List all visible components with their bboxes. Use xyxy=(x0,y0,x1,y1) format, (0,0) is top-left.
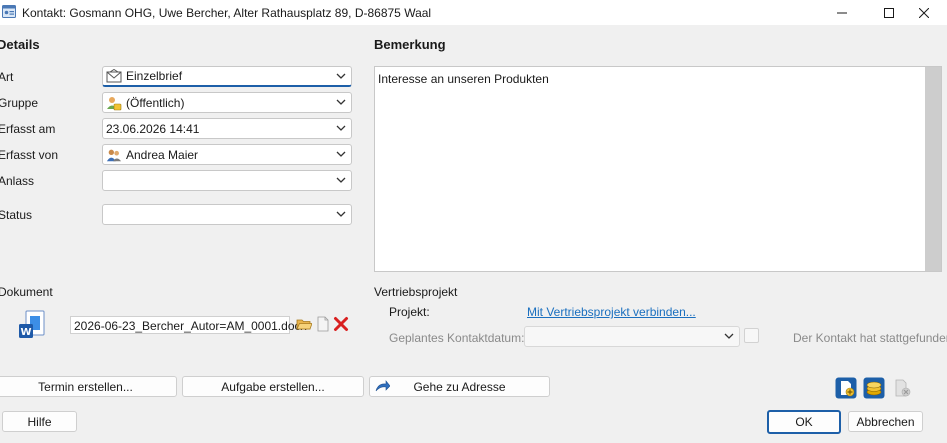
erfasst-am-value: 23.06.2026 14:41 xyxy=(106,121,200,136)
anlass-select[interactable] xyxy=(102,170,352,191)
arrow-return-icon xyxy=(375,380,390,392)
window-title: Kontakt: Gosmann OHG, Uwe Bercher, Alter… xyxy=(22,6,432,20)
gruppe-value: (Öffentlich) xyxy=(126,95,185,110)
group-icon xyxy=(106,95,122,111)
open-folder-icon[interactable] xyxy=(296,316,312,332)
word-document-icon: W xyxy=(19,310,45,338)
chevron-down-icon xyxy=(336,99,346,105)
delete-document-icon[interactable] xyxy=(891,377,913,399)
vertical-scrollbar[interactable] xyxy=(925,67,941,271)
dokument-label: Dokument xyxy=(0,285,53,299)
gehe-zu-adresse-label: Gehe zu Adresse xyxy=(413,379,506,394)
chevron-down-icon xyxy=(336,211,346,217)
users-icon xyxy=(106,147,122,163)
art-label: Art xyxy=(0,70,14,84)
chevron-down-icon xyxy=(336,73,346,79)
document-filename-field[interactable]: 2026-06-23_Bercher_Autor=AM_0001.docx xyxy=(70,316,307,334)
title-bar: Kontakt: Gosmann OHG, Uwe Bercher, Alter… xyxy=(0,0,947,25)
art-value: Einzelbrief xyxy=(126,69,183,83)
art-select[interactable]: Einzelbrief xyxy=(102,66,352,87)
erfasst-am-label: Erfasst am xyxy=(0,122,56,136)
close-icon xyxy=(919,7,929,18)
aufgabe-erstellen-button[interactable]: Aufgabe erstellen... xyxy=(182,376,364,397)
minimize-button[interactable] xyxy=(819,0,865,25)
stattgefunden-checkbox[interactable] xyxy=(744,328,759,343)
delete-icon[interactable] xyxy=(333,316,349,332)
hilfe-label: Hilfe xyxy=(27,414,52,429)
gruppe-select[interactable]: (Öffentlich) xyxy=(102,92,352,113)
status-select[interactable] xyxy=(102,204,352,225)
maximize-icon xyxy=(884,7,894,18)
ok-button[interactable]: OK xyxy=(767,410,841,434)
ok-label: OK xyxy=(795,415,813,429)
coins-icon[interactable] xyxy=(863,377,885,399)
erfasst-am-select[interactable]: 23.06.2026 14:41 xyxy=(102,118,352,139)
envelope-icon xyxy=(106,68,122,84)
kontaktdatum-label: Geplantes Kontaktdatum: xyxy=(389,331,525,345)
kontaktdatum-select[interactable] xyxy=(524,326,740,347)
chevron-down-icon xyxy=(336,125,346,131)
gehe-zu-adresse-button[interactable]: Gehe zu Adresse xyxy=(369,376,550,397)
erfasst-von-value: Andrea Maier xyxy=(126,147,199,162)
chevron-down-icon xyxy=(336,177,346,183)
add-document-icon[interactable] xyxy=(835,377,857,399)
contact-card-icon xyxy=(2,5,16,18)
erfasst-von-label: Erfasst von xyxy=(0,148,59,162)
abbrechen-button[interactable]: Abbrechen xyxy=(848,411,923,432)
bemerkung-textarea[interactable]: Interesse an unseren Produkten xyxy=(374,66,942,272)
details-heading: Details xyxy=(0,37,40,52)
new-document-icon[interactable] xyxy=(315,316,331,332)
projekt-label: Projekt: xyxy=(389,305,430,319)
status-label: Status xyxy=(0,208,33,222)
hilfe-button[interactable]: Hilfe xyxy=(2,411,77,432)
termin-erstellen-label: Termin erstellen... xyxy=(38,379,133,394)
gruppe-label: Gruppe xyxy=(0,96,39,110)
aufgabe-erstellen-label: Aufgabe erstellen... xyxy=(221,379,325,394)
close-button[interactable] xyxy=(901,0,947,25)
erfasst-von-select[interactable]: Andrea Maier xyxy=(102,144,352,165)
connect-project-link[interactable]: Mit Vertriebsprojekt verbinden... xyxy=(527,305,696,319)
bemerkung-heading: Bemerkung xyxy=(374,37,446,52)
chevron-down-icon xyxy=(336,151,346,157)
abbrechen-label: Abbrechen xyxy=(856,414,915,429)
chevron-down-icon xyxy=(724,333,734,339)
vertriebsprojekt-heading: Vertriebsprojekt xyxy=(374,285,458,299)
stattgefunden-label: Der Kontakt hat stattgefunden xyxy=(793,331,947,345)
minimize-icon xyxy=(837,12,847,13)
svg-text:W: W xyxy=(20,327,31,338)
termin-erstellen-button[interactable]: Termin erstellen... xyxy=(0,376,177,397)
bemerkung-text: Interesse an unseren Produkten xyxy=(378,72,549,86)
anlass-label: Anlass xyxy=(0,174,35,188)
